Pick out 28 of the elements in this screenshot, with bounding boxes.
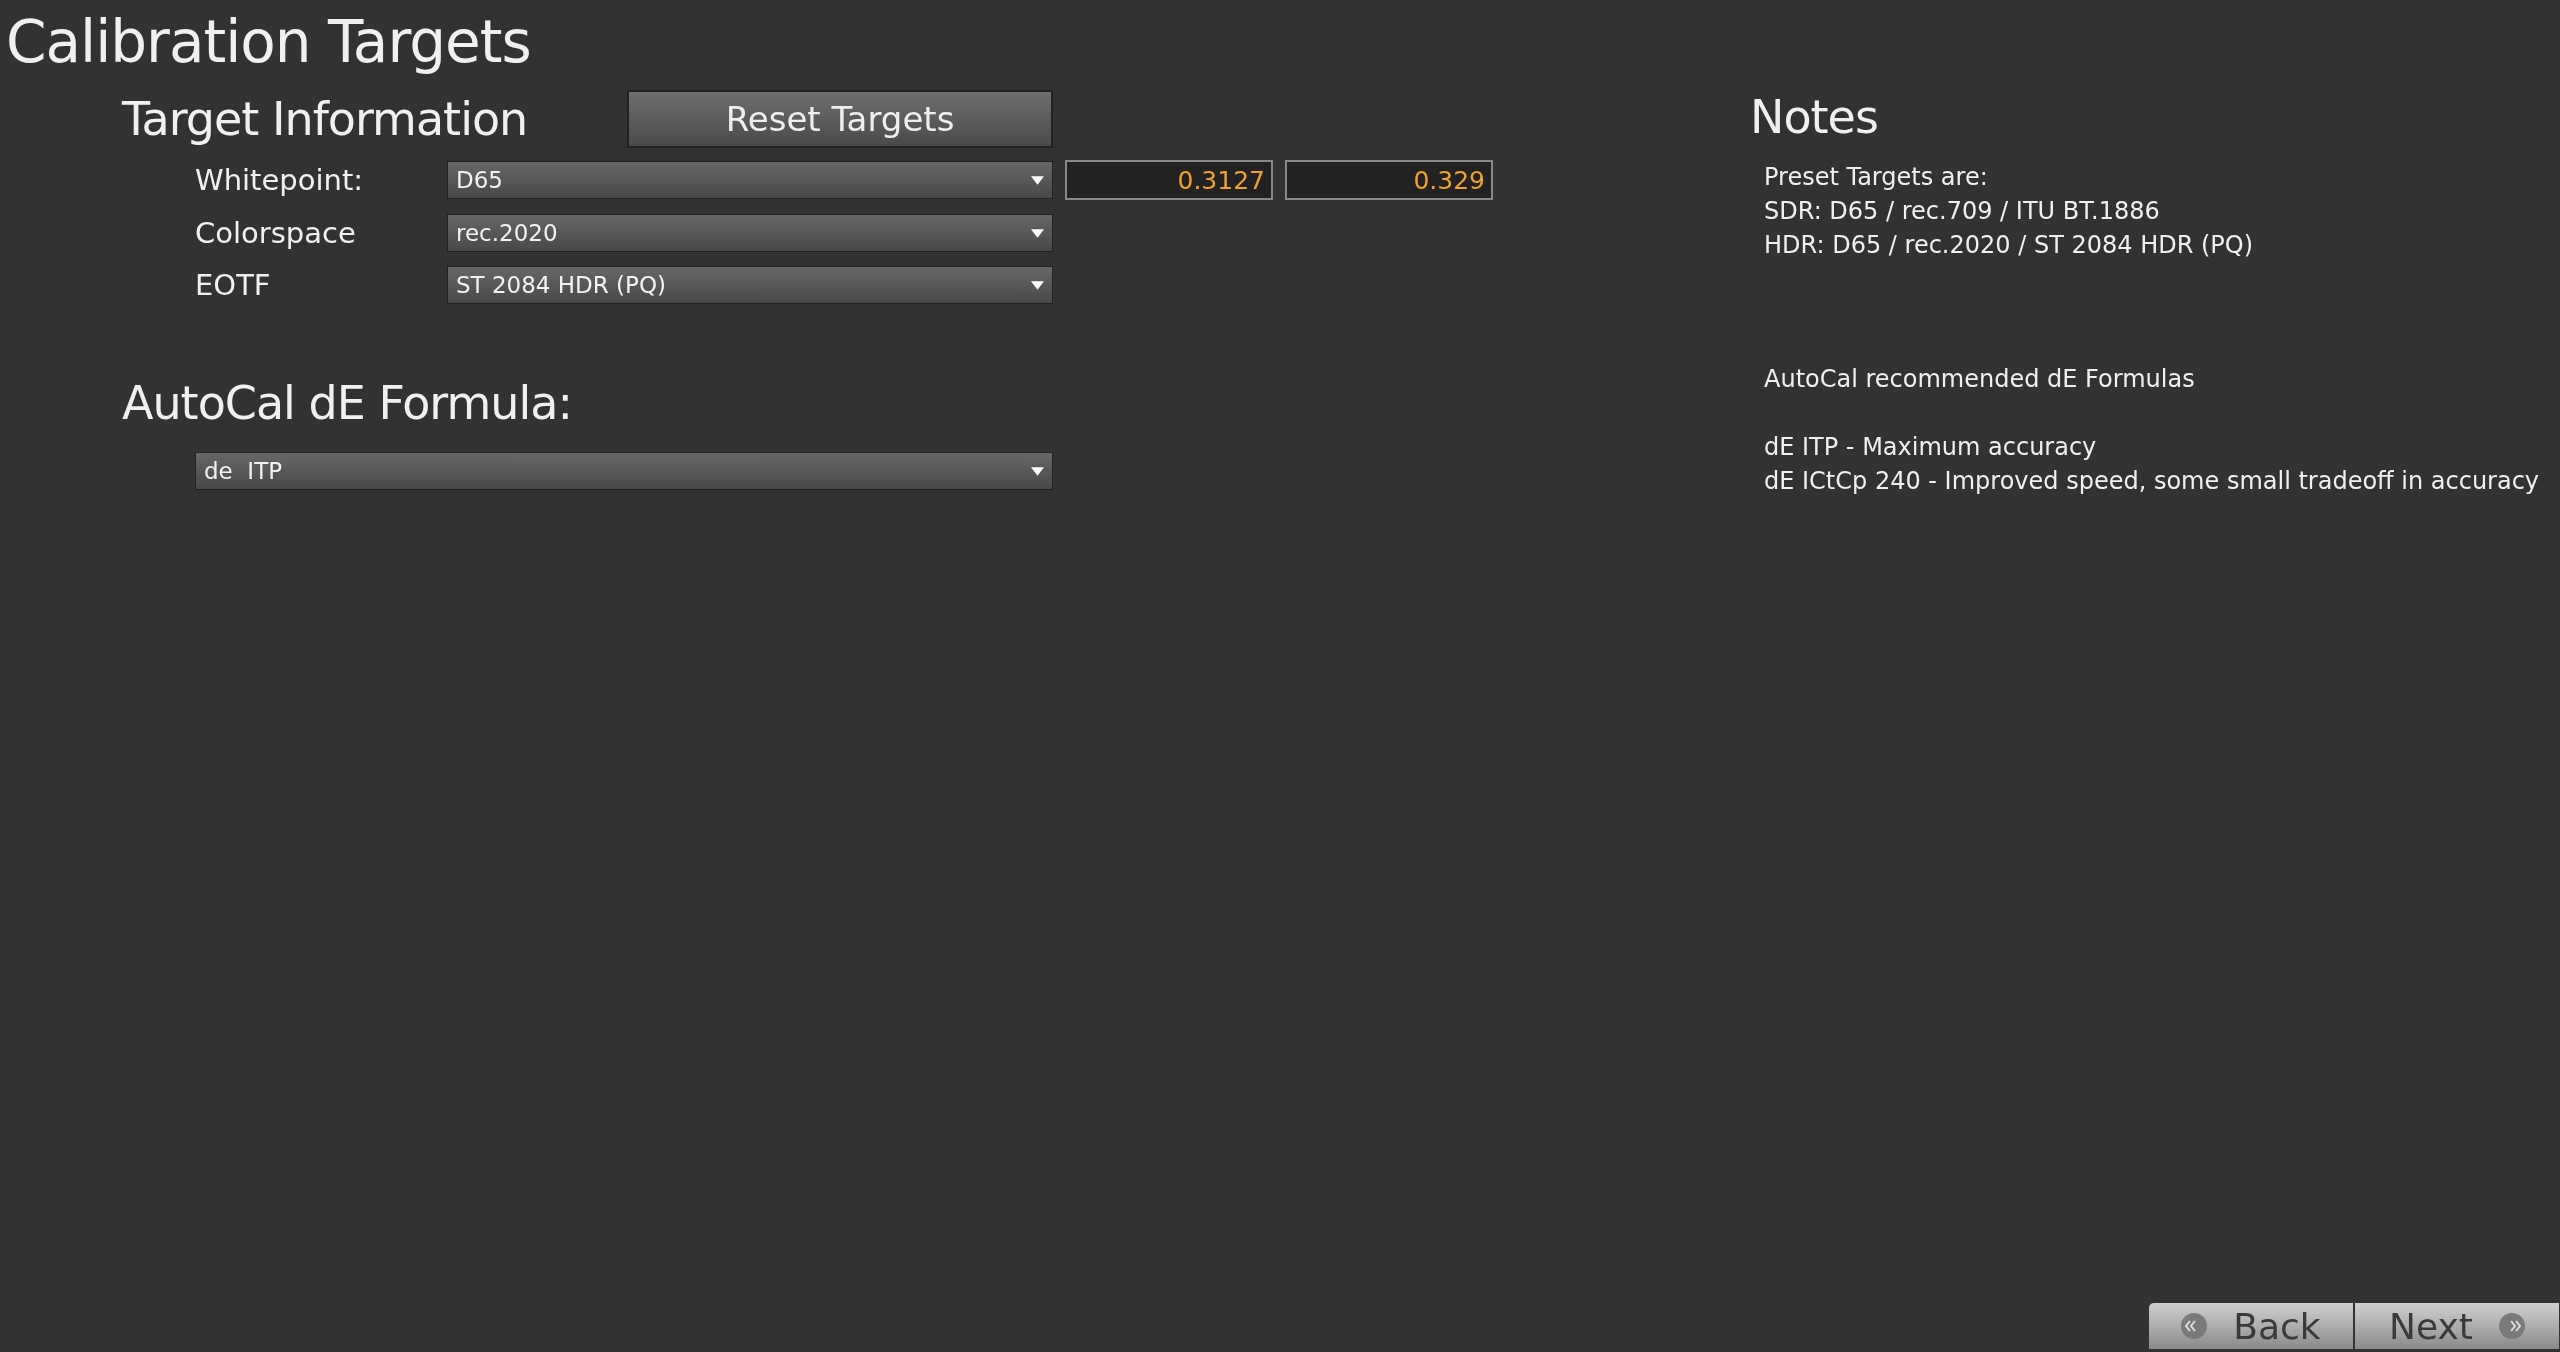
reset-targets-button[interactable]: Reset Targets <box>627 90 1053 148</box>
note-text: Preset Targets are: <box>1764 162 1989 193</box>
note-text: dE ITP - Maximum accuracy <box>1764 432 2098 463</box>
double-chevron-left-icon <box>2181 1313 2208 1339</box>
field-label: EOTF <box>195 268 272 302</box>
dropdown-caret-icon <box>1031 280 1044 290</box>
note-text: SDR: D65 / rec.709 / ITU BT.1886 <box>1764 196 2161 227</box>
dropdown[interactable]: ST 2084 HDR (PQ) <box>447 266 1053 304</box>
note-text: AutoCal recommended dE Formulas <box>1764 364 2196 395</box>
notes-heading: Notes <box>1750 90 1879 144</box>
section-heading: Target Information <box>122 92 529 146</box>
coordinate-field[interactable]: 0.329 <box>1285 160 1493 200</box>
next-button[interactable]: Next <box>2354 1302 2560 1350</box>
dropdown-caret-icon <box>1031 228 1044 238</box>
dropdown[interactable]: D65 <box>447 161 1053 199</box>
dropdown-caret-icon <box>1031 175 1044 185</box>
dropdown-caret-icon <box>1031 466 1044 476</box>
page-title: Calibration Targets <box>6 8 531 76</box>
dropdown[interactable]: de ITP <box>195 452 1053 490</box>
section-heading: AutoCal dE Formula: <box>122 376 573 430</box>
note-text: dE ICtCp 240 - Improved speed, some small tradeoff in accuracy <box>1764 466 2540 497</box>
dropdown[interactable]: rec.2020 <box>447 214 1053 252</box>
field-label: Whitepoint: <box>195 163 365 197</box>
coordinate-field[interactable]: 0.3127 <box>1065 160 1273 200</box>
double-chevron-right-icon <box>2498 1313 2525 1339</box>
back-button[interactable]: Back <box>2148 1302 2354 1350</box>
note-text: HDR: D65 / rec.2020 / ST 2084 HDR (PQ) <box>1764 230 2255 261</box>
field-label: Colorspace <box>195 216 357 250</box>
